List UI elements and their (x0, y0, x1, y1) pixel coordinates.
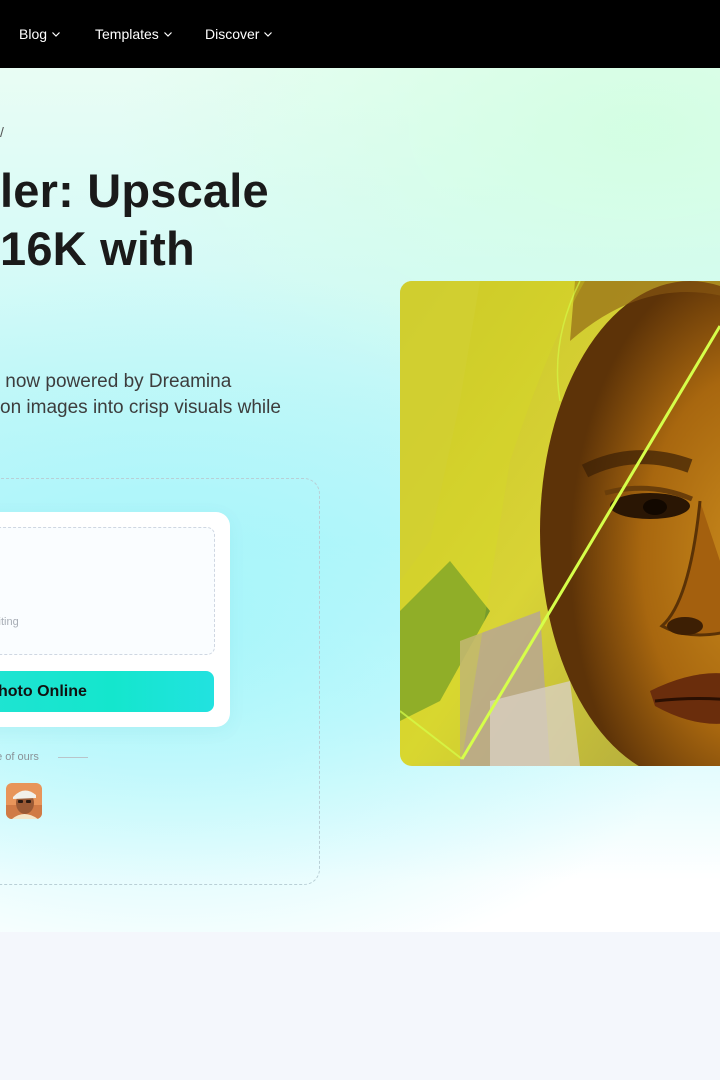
chevron-down-icon (263, 29, 273, 39)
upload-button-label: hoto Online (0, 683, 87, 700)
showcase-image (400, 281, 720, 766)
sample-image-thumbnail[interactable] (6, 783, 42, 819)
sample-images-label: ne of ours (0, 751, 39, 763)
breadcrumb-separator: / (0, 124, 4, 140)
chevron-down-icon (163, 29, 173, 39)
nav-item-label: Templates (95, 26, 159, 42)
divider (58, 757, 88, 758)
hero-description: now powered by Dreamina on images into c… (0, 371, 281, 418)
nav-item-label: Blog (19, 26, 48, 42)
nav-item-blog[interactable]: Blog (19, 26, 61, 42)
nav-item-discover[interactable]: Discover (205, 26, 273, 42)
drop-zone-subtitle: nline editing (0, 616, 19, 628)
chevron-down-icon (51, 29, 61, 39)
lower-section (0, 932, 720, 1080)
hero-section: / ler: Upscale 16K with now powered by D… (0, 68, 720, 932)
upload-photo-button[interactable]: hoto Online (0, 671, 214, 712)
nav-item-templates[interactable]: Templates (95, 26, 173, 42)
upload-drop-zone[interactable] (0, 527, 215, 655)
page-title: ler: Upscale 16K with (0, 164, 269, 275)
top-navigation: Blog Templates Discover (0, 0, 720, 68)
nav-item-label: Discover (205, 26, 260, 42)
